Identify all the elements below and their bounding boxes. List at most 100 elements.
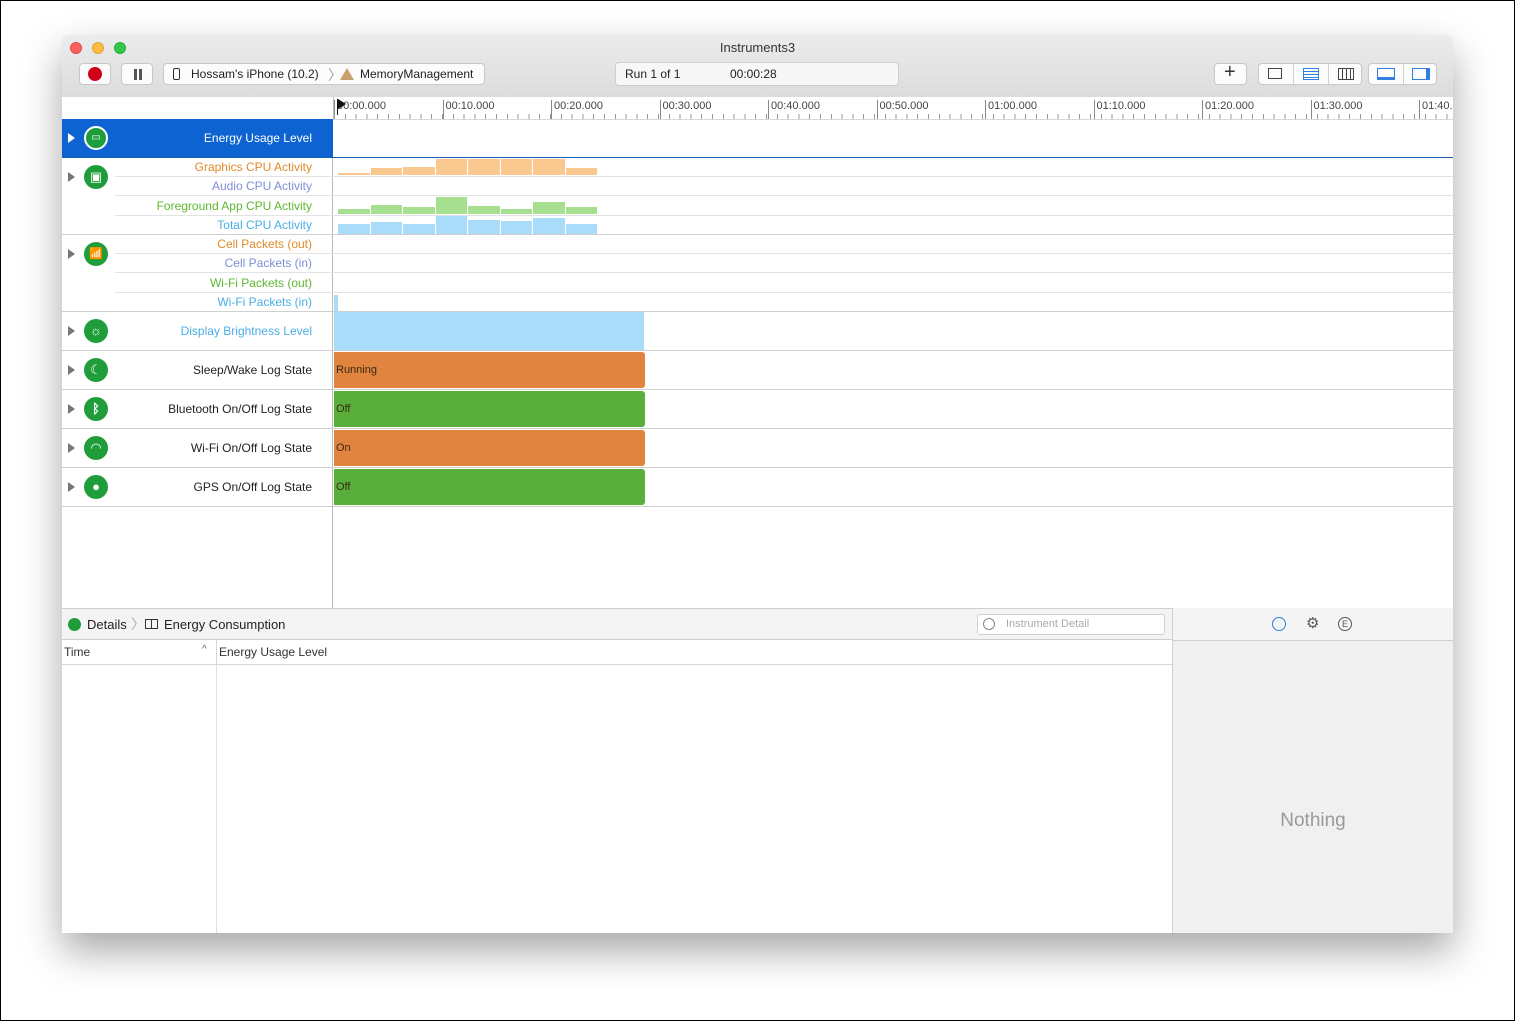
grid-view-toggle[interactable] [1329, 64, 1363, 84]
disclosure-triangle-icon[interactable] [68, 443, 75, 453]
cpu-activity-bar [370, 168, 402, 175]
list-icon [1303, 68, 1319, 80]
moon-icon: ☾ [84, 358, 108, 382]
cpu-activity-bar [403, 224, 435, 234]
foreground-cpu-label: Foreground App CPU Activity [156, 199, 312, 213]
track-sleep-wake[interactable]: ☾ Sleep/Wake Log State Running [62, 351, 1453, 390]
pause-button[interactable] [121, 63, 153, 85]
history-icon[interactable] [1272, 617, 1286, 631]
track-bluetooth[interactable]: ᛒ Bluetooth On/Off Log State Off [62, 390, 1453, 429]
state-text: On [336, 442, 351, 454]
column-energy-label: Energy Usage Level [219, 645, 328, 659]
toggle-inspector-panel[interactable] [1404, 64, 1438, 84]
disclosure-triangle-icon[interactable] [68, 133, 75, 143]
inspector-empty-text: Nothing [1280, 810, 1346, 831]
cpu-activity-bar [403, 167, 435, 175]
record-button[interactable] [79, 63, 111, 85]
breadcrumb-details[interactable]: Details [87, 617, 127, 632]
capture-icon [1268, 68, 1282, 79]
inspector-panel-icon [1412, 68, 1430, 80]
add-instrument-button[interactable]: + [1214, 61, 1247, 85]
column-divider [216, 665, 217, 933]
track-header-gps[interactable]: ● GPS On/Off Log State [62, 468, 333, 506]
column-time[interactable]: Time ^ [62, 640, 217, 664]
iphone-icon [173, 68, 180, 80]
gear-icon[interactable]: ⚙ [1306, 616, 1319, 631]
track-label: GPS On/Off Log State [193, 480, 312, 494]
cpu-activity-bar [500, 159, 532, 175]
track-header-network[interactable]: 📶 Cell Packets (out) Cell Packets (in) W… [62, 235, 333, 311]
cell-out-label: Cell Packets (out) [217, 237, 312, 251]
toggle-bottom-panel[interactable] [1369, 64, 1404, 84]
state-block[interactable]: On [334, 430, 645, 466]
track-energy-usage[interactable]: ▭ Energy Usage Level [62, 119, 1453, 158]
cpu-activity-bar [338, 224, 370, 234]
energy-instrument-icon [68, 618, 81, 631]
table-icon [145, 619, 158, 629]
window-title: Instruments3 [719, 40, 796, 55]
subtrack-divider [115, 292, 1453, 293]
plus-icon: + [1224, 61, 1236, 83]
detail-table-body[interactable] [62, 665, 1172, 933]
state-block[interactable]: Off [334, 469, 645, 505]
cpu-activity-bar [533, 202, 565, 214]
record-settings-toggle[interactable] [1259, 64, 1294, 84]
cpu-activity-bar [435, 159, 467, 175]
disclosure-triangle-icon[interactable] [68, 326, 75, 336]
track-header-sleep[interactable]: ☾ Sleep/Wake Log State [62, 351, 333, 389]
cpu-activity-bar [403, 207, 435, 214]
track-display-brightness[interactable]: ☼ Display Brightness Level [62, 312, 1453, 351]
track-cpu-activity[interactable]: ▣ Graphics CPU Activity Audio CPU Activi… [62, 158, 1453, 235]
extended-detail-icon[interactable]: E [1338, 617, 1352, 631]
cpu-activity-bar [338, 209, 370, 214]
state-block[interactable]: Off [334, 391, 645, 427]
disclosure-triangle-icon[interactable] [68, 249, 75, 259]
state-block[interactable]: Running [334, 352, 645, 388]
instrument-detail-filter[interactable]: Instrument Detail [977, 614, 1165, 635]
disclosure-triangle-icon[interactable] [68, 482, 75, 492]
cpu-activity-bar [565, 224, 597, 234]
track-header-cpu[interactable]: ▣ Graphics CPU Activity Audio CPU Activi… [62, 158, 333, 234]
cpu-activity-bar [370, 222, 402, 234]
disclosure-triangle-icon[interactable] [68, 365, 75, 375]
filter-icon [983, 618, 995, 630]
column-energy-usage[interactable]: Energy Usage Level [217, 640, 1172, 664]
detail-table-header: Time ^ Energy Usage Level [62, 640, 1172, 665]
track-wifi[interactable]: ◠ Wi-Fi On/Off Log State On [62, 429, 1453, 468]
track-header-energy[interactable]: ▭ Energy Usage Level [62, 119, 333, 157]
list-view-toggle[interactable] [1294, 64, 1329, 84]
subtrack-divider [115, 253, 1453, 254]
track-gps[interactable]: ● GPS On/Off Log State Off [62, 468, 1453, 507]
playhead-line [337, 99, 338, 115]
brightness-level-bar [334, 312, 644, 350]
cpu-activity-bar [435, 197, 467, 214]
cpu-activity-bar [565, 168, 597, 175]
track-network-activity[interactable]: 📶 Cell Packets (out) Cell Packets (in) W… [62, 235, 1453, 312]
instrument-tracks: ▭ Energy Usage Level ▣ Graphics CPU Acti… [62, 119, 1453, 608]
elapsed-time: 00:00:28 [730, 67, 777, 81]
pause-icon [134, 69, 137, 80]
cpu-activity-bar [533, 218, 565, 234]
view-mode-segmented [1258, 63, 1362, 85]
track-header-bluetooth[interactable]: ᛒ Bluetooth On/Off Log State [62, 390, 333, 428]
antenna-icon: 📶 [84, 242, 108, 266]
run-status: Run 1 of 1 00:00:28 [615, 62, 899, 86]
device-name: Hossam's iPhone (10.2) [191, 67, 319, 81]
disclosure-triangle-icon[interactable] [68, 172, 75, 182]
track-label: Display Brightness Level [180, 324, 312, 338]
disclosure-triangle-icon[interactable] [68, 404, 75, 414]
cpu-icon: ▣ [84, 165, 108, 189]
playhead-flag-icon[interactable] [338, 99, 346, 109]
track-label: Bluetooth On/Off Log State [168, 402, 312, 416]
track-label: Wi-Fi On/Off Log State [190, 441, 312, 455]
track-header-brightness[interactable]: ☼ Display Brightness Level [62, 312, 333, 350]
empty-track-gutter [62, 507, 333, 608]
target-selector[interactable]: Hossam's iPhone (10.2) 〉 MemoryManagemen… [163, 63, 485, 85]
track-header-wifi[interactable]: ◠ Wi-Fi On/Off Log State [62, 429, 333, 467]
grid-icon [1338, 68, 1354, 80]
track-label: Sleep/Wake Log State [193, 363, 312, 377]
cpu-activity-bar [533, 159, 565, 175]
breadcrumb-energy-consumption[interactable]: Energy Consumption [164, 617, 285, 632]
subtrack-divider [115, 176, 1453, 177]
timeline-ruler[interactable]: 00:00.000 00:10.000 00:20.000 00:30.000 00:4… [62, 97, 1453, 120]
